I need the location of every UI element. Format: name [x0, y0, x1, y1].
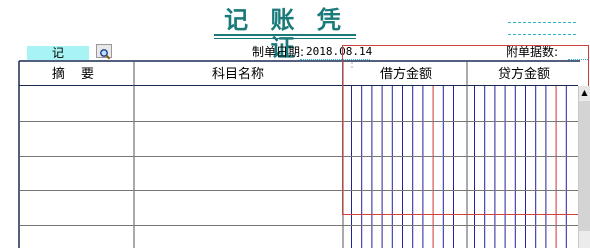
subject-cell[interactable] [135, 122, 342, 156]
summary-cell[interactable] [20, 157, 133, 191]
summary-cell[interactable] [20, 191, 133, 225]
table-row [20, 191, 577, 225]
subject-cell[interactable] [135, 191, 342, 225]
table-row [20, 122, 577, 156]
summary-cell[interactable] [20, 87, 133, 121]
column-header-credit: 贷方金额 [497, 67, 550, 82]
subject-cell[interactable] [135, 87, 342, 121]
vertical-scrollbar[interactable]: ▲ [578, 86, 590, 248]
scroll-thumb[interactable] [579, 101, 590, 231]
column-header-debit: 借方金额 [379, 67, 432, 82]
summary-cell[interactable] [20, 122, 133, 156]
column-header-subject: 科目名称 [211, 67, 264, 82]
table-row [20, 157, 577, 191]
column-header-summary: 摘 要 [51, 67, 101, 82]
scroll-up-arrow[interactable]: ▲ [579, 86, 590, 100]
subject-cell[interactable] [135, 157, 342, 191]
table-row [20, 87, 577, 121]
